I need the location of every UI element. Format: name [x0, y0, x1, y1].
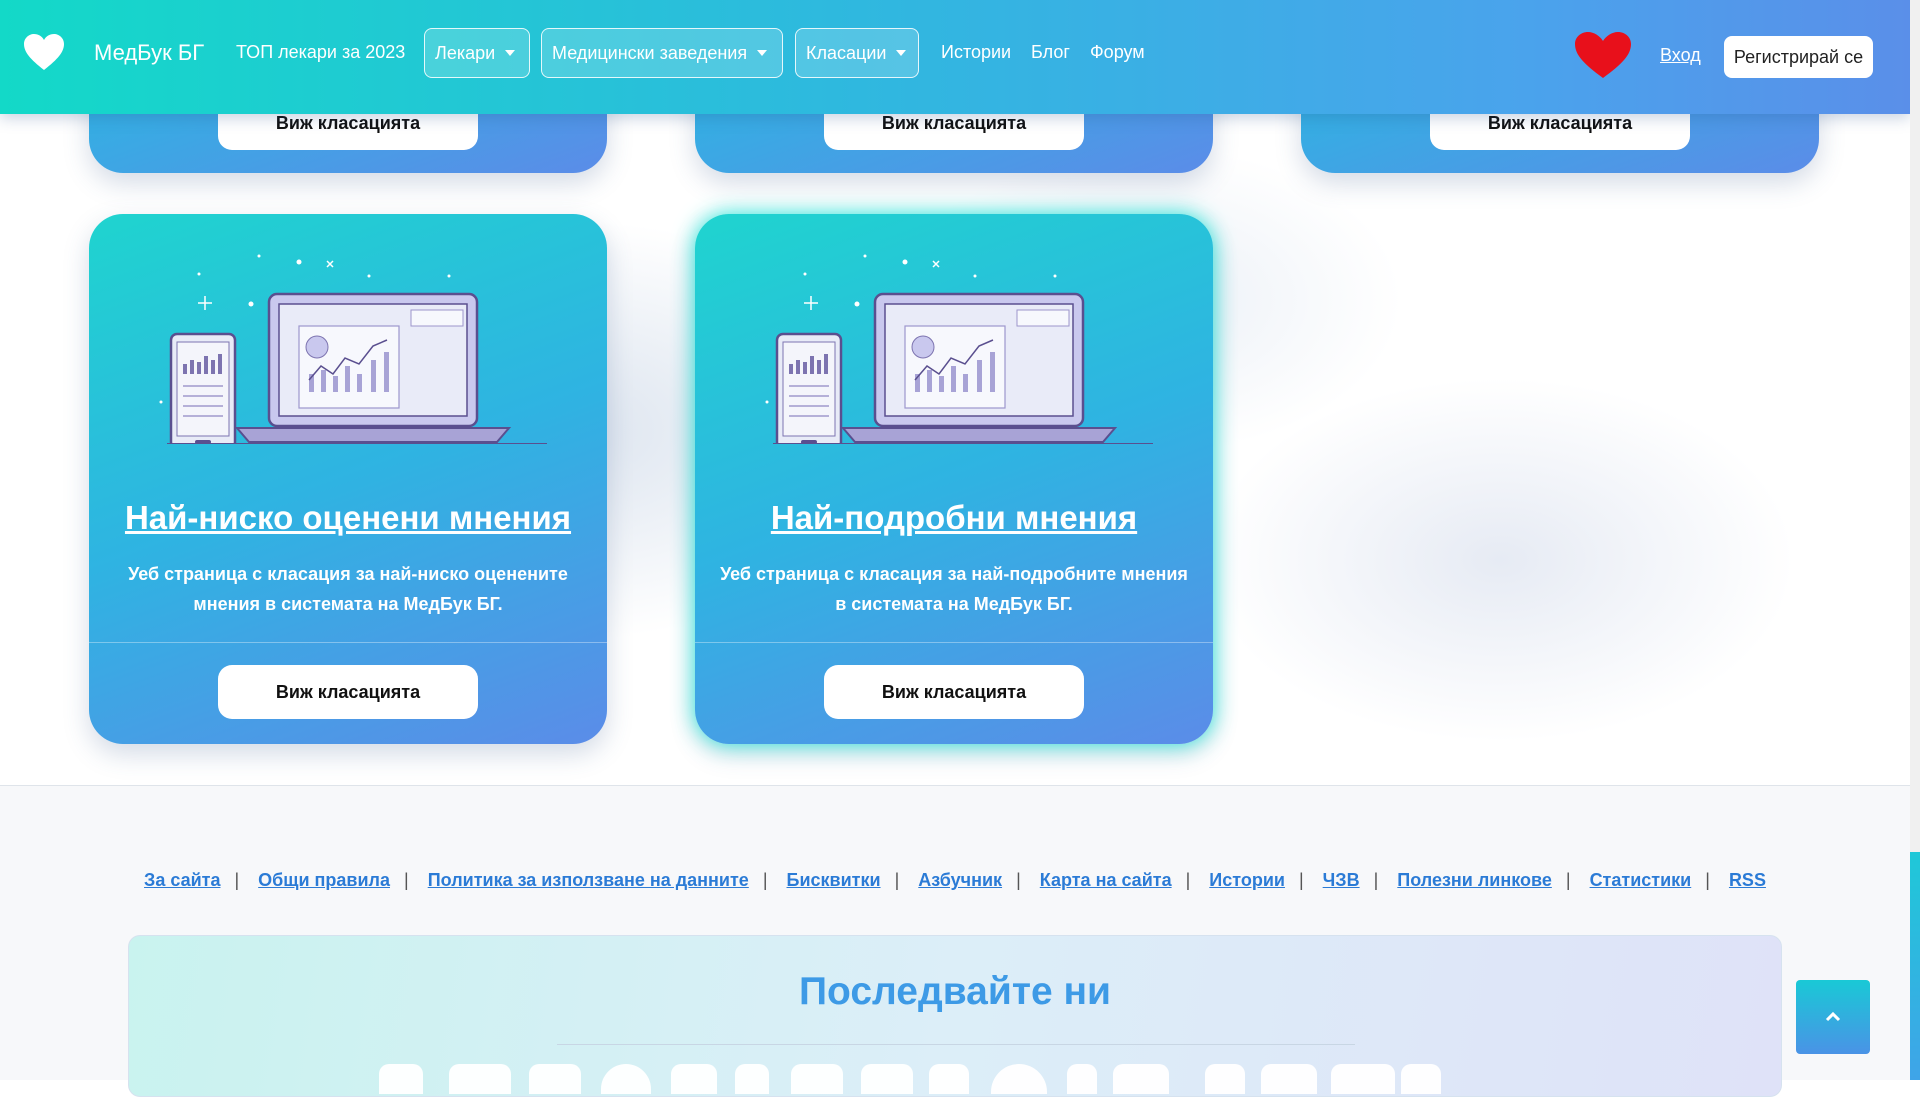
nav-dropdown-label: Класации [806, 42, 887, 63]
footer-link-useful-links[interactable]: Полезни линкове [1397, 870, 1552, 890]
follow-us-panel: Последвайте ни [128, 935, 1782, 1097]
card-title[interactable]: Най-ниско оценени мнения [89, 499, 607, 537]
google-icon[interactable] [1261, 1064, 1317, 1094]
brand-name[interactable]: МедБук БГ [94, 40, 204, 66]
rss-icon[interactable] [929, 1064, 969, 1094]
instagram-icon[interactable] [529, 1064, 581, 1094]
card-divider [89, 642, 607, 643]
nav-dropdown-label: Медицински заведения [552, 42, 748, 63]
top-navigation-bar: МедБук БГ ТОП лекари за 2023 Лекари Меди… [0, 0, 1910, 114]
linkedin-icon[interactable] [671, 1064, 717, 1094]
scroll-to-top-button[interactable] [1796, 980, 1870, 1054]
chevron-up-icon [1825, 1011, 1841, 1022]
social-icons-row [379, 1064, 1659, 1104]
nav-top-doctors-2023[interactable]: ТОП лекари за 2023 [236, 42, 405, 63]
ranking-card-most-detailed: Най-подробни мнения Уеб страница с класа… [695, 214, 1213, 744]
footer-link-stories[interactable]: Истории [1209, 870, 1285, 890]
viber-icon[interactable] [791, 1064, 843, 1094]
footer-link-rss[interactable]: RSS [1729, 870, 1766, 890]
view-ranking-button[interactable]: Виж класацията [824, 665, 1084, 719]
nav-dropdown-medical-facilities[interactable]: Медицински заведения [541, 28, 783, 78]
footer-link-rules[interactable]: Общи правила [258, 870, 390, 890]
footer-link-sitemap[interactable]: Карта на сайта [1040, 870, 1172, 890]
card-divider [695, 642, 1213, 643]
view-ranking-button[interactable]: Виж класацията [218, 665, 478, 719]
flickr-icon[interactable] [1113, 1064, 1169, 1094]
nav-dropdown-doctors[interactable]: Лекари [424, 28, 530, 78]
footer-link-statistics[interactable]: Статистики [1590, 870, 1692, 890]
footer-links: За сайта | Общи правила | Политика за изпо… [144, 870, 1766, 890]
footer-link-privacy[interactable]: Политика за използване на данните [428, 870, 749, 890]
devices-analytics-illustration [159, 254, 547, 444]
nav-link-forum[interactable]: Форум [1090, 42, 1145, 63]
pinterest-icon[interactable] [601, 1064, 651, 1094]
twitter-icon[interactable] [735, 1064, 769, 1094]
facebook-icon[interactable] [379, 1064, 423, 1094]
login-link[interactable]: Вход [1660, 45, 1701, 66]
follow-us-title: Последвайте ни [798, 970, 1112, 1013]
delicious-icon[interactable] [1401, 1064, 1441, 1094]
tumblr-icon[interactable] [1067, 1064, 1097, 1094]
card-title[interactable]: Най-подробни мнения [695, 499, 1213, 537]
devices-analytics-illustration [765, 254, 1153, 444]
whatsapp-icon[interactable] [991, 1064, 1047, 1094]
chevron-down-icon [896, 50, 907, 56]
nav-dropdown-label: Лекари [435, 42, 496, 63]
follow-us-divider [557, 1044, 1355, 1045]
ranking-card-lowest-rated: Най-ниско оценени мнения Уеб страница с … [89, 214, 607, 744]
card-description: Уеб страница с класация за най-подробнит… [720, 564, 1188, 614]
page-scrollbar-thumb[interactable] [1910, 852, 1920, 1080]
logo-heart-icon[interactable] [22, 32, 66, 72]
youtube-icon[interactable] [449, 1064, 511, 1094]
chevron-down-icon [757, 50, 768, 56]
footer-link-index[interactable]: Азбучник [918, 870, 1002, 890]
register-button[interactable]: Регистрирай се [1724, 36, 1873, 78]
nav-link-blog[interactable]: Блог [1031, 42, 1070, 63]
reddit-icon[interactable] [1205, 1064, 1245, 1094]
footer-link-about[interactable]: За сайта [144, 870, 220, 890]
skype-icon[interactable] [861, 1064, 913, 1094]
vk-icon[interactable] [1331, 1064, 1395, 1094]
footer-link-faq[interactable]: ЧЗВ [1323, 870, 1360, 890]
favorites-heart-icon[interactable] [1572, 30, 1634, 80]
nav-link-stories[interactable]: Истории [941, 42, 1011, 63]
footer-link-cookies[interactable]: Бисквитки [787, 870, 881, 890]
chevron-down-icon [505, 50, 516, 56]
card-description: Уеб страница с класация за най-ниско оце… [128, 564, 568, 614]
nav-dropdown-rankings[interactable]: Класации [795, 28, 919, 78]
